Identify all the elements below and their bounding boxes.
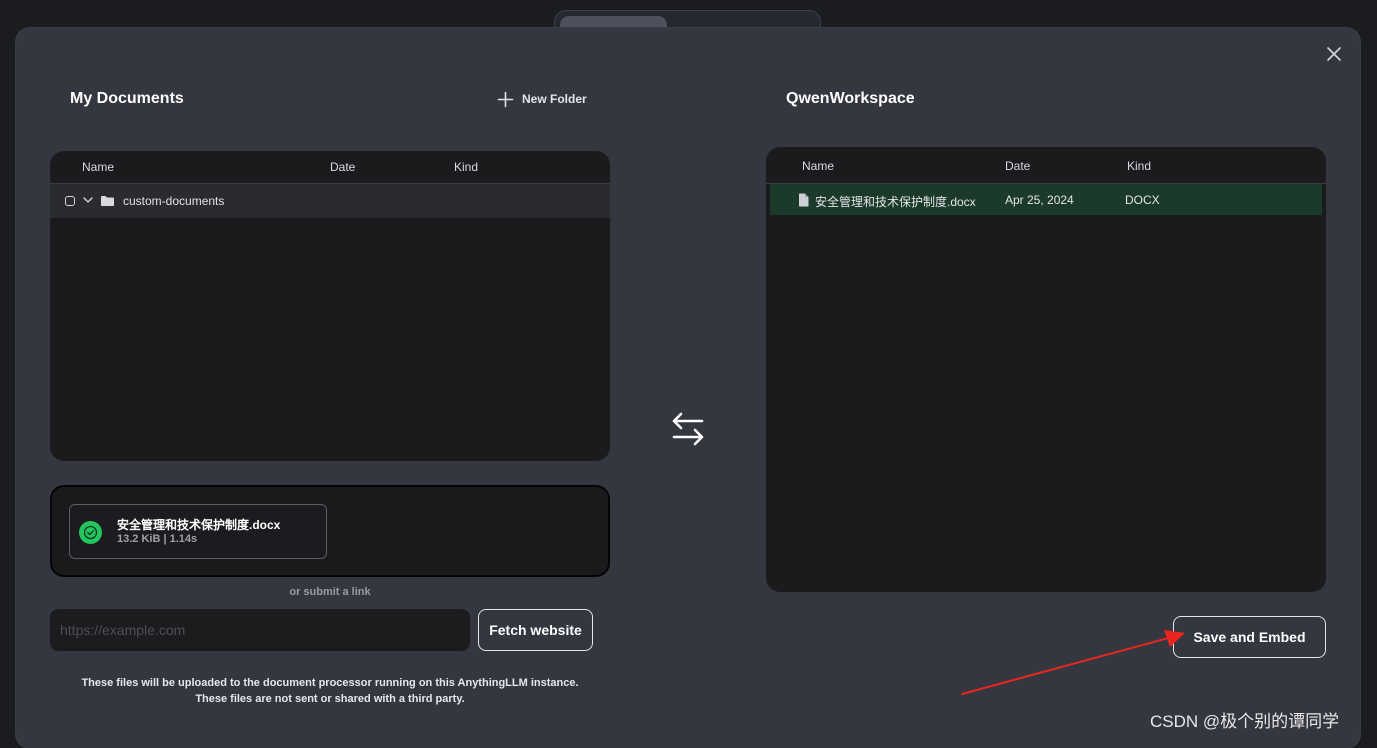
column-kind[interactable]: Kind <box>454 160 478 174</box>
my-documents-table: Name Date Kind custom-documents <box>50 151 610 461</box>
column-kind[interactable]: Kind <box>1127 159 1151 173</box>
upload-dropzone[interactable]: 安全管理和技术保护制度.docx 13.2 KiB | 1.14s <box>50 485 610 577</box>
workspace-doc-row[interactable]: 安全管理和技术保护制度.docx Apr 25, 2024 DOCX <box>770 184 1322 215</box>
upload-notice-line2: These files are not sent or shared with … <box>195 693 465 705</box>
uploaded-file-card: 安全管理和技术保护制度.docx 13.2 KiB | 1.14s <box>69 504 327 559</box>
url-input[interactable] <box>50 609 470 651</box>
column-date[interactable]: Date <box>1005 159 1030 173</box>
workspace-doc-kind: DOCX <box>1125 193 1160 207</box>
my-documents-title: My Documents <box>70 90 184 107</box>
workspace-title: QwenWorkspace <box>786 90 915 107</box>
workspace-documents-table: Name Date Kind 安全管理和技术保护制度.docx Apr 25, … <box>766 147 1326 592</box>
close-button[interactable] <box>1324 44 1344 64</box>
workspace-doc-date: Apr 25, 2024 <box>1005 193 1074 207</box>
uploaded-file-name: 安全管理和技术保护制度.docx <box>117 518 281 532</box>
check-circle-icon <box>79 521 102 544</box>
uploaded-file-meta: 13.2 KiB | 1.14s <box>117 533 198 545</box>
folder-icon <box>101 196 114 206</box>
upload-notice-line1: These files will be uploaded to the docu… <box>81 677 579 689</box>
table-header: Name Date Kind <box>50 151 610 184</box>
folder-checkbox[interactable] <box>65 196 75 206</box>
column-date[interactable]: Date <box>330 160 355 174</box>
folder-row[interactable]: custom-documents <box>50 184 610 218</box>
plus-icon <box>497 91 514 107</box>
watermark: CSDN @极个别的谭同学 <box>1150 712 1340 731</box>
swap-arrows-icon <box>672 412 704 446</box>
close-icon <box>1327 47 1341 61</box>
folder-name: custom-documents <box>123 194 225 208</box>
submit-link-label: or submit a link <box>289 586 371 598</box>
column-name[interactable]: Name <box>802 159 834 173</box>
annotation-arrow <box>961 630 1185 695</box>
table-header: Name Date Kind <box>766 147 1326 184</box>
fetch-website-button[interactable]: Fetch website <box>478 609 593 651</box>
workspace-doc-name: 安全管理和技术保护制度.docx <box>815 195 976 209</box>
new-folder-button[interactable]: New Folder <box>497 89 587 109</box>
column-name[interactable]: Name <box>82 160 114 174</box>
new-folder-label: New Folder <box>522 92 587 106</box>
chevron-down-icon[interactable] <box>82 195 94 205</box>
file-icon <box>799 193 809 207</box>
